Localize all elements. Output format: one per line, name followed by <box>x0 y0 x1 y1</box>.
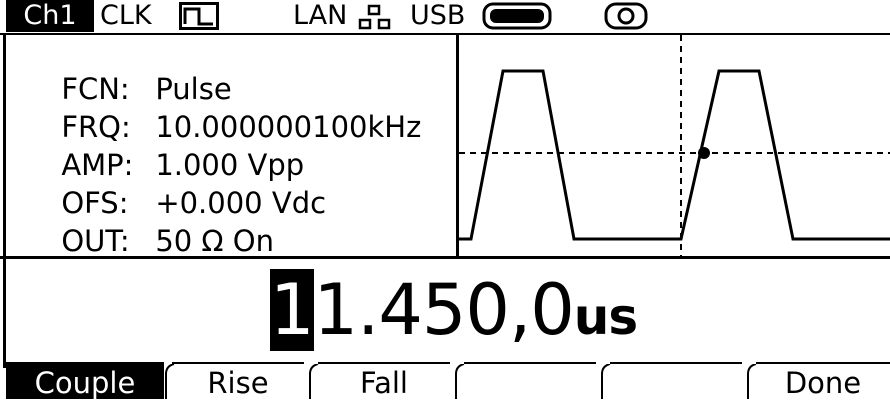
out-value: 50 Ω On <box>155 224 275 258</box>
clk-label: CLK <box>100 0 152 31</box>
value-divider <box>0 256 890 259</box>
disk-icon <box>604 2 648 30</box>
softkey-rise[interactable]: Rise <box>172 362 304 400</box>
usb-label: USB <box>410 0 466 31</box>
status-bar: Ch1 CLK LAN USB <box>0 0 890 34</box>
lan-network-icon <box>358 4 391 30</box>
parameter-panel: FCN: Pulse FRQ: 10.000000100kHz AMP: 1.000 … <box>6 35 454 258</box>
softkey-fall[interactable]: Fall <box>318 362 450 400</box>
softkey-separator <box>309 364 319 399</box>
value-unit: us <box>573 288 638 346</box>
usb-memory-icon <box>482 2 552 30</box>
cursor-marker-icon <box>698 147 710 159</box>
pulse-width-value[interactable]: 11.450,0us <box>270 268 638 359</box>
generator-display: Ch1 CLK LAN USB FCN: Pulse FRQ: 10.0000001… <box>0 0 890 400</box>
softkey-couple[interactable]: Couple <box>6 362 164 400</box>
waveform-preview <box>459 35 890 256</box>
softkey-separator <box>747 364 757 399</box>
clock-pulse-icon <box>179 2 219 30</box>
softkey-bar: Couple Rise Fall Done <box>0 362 890 400</box>
pulse-waveform <box>459 69 890 241</box>
value-digits: 1.450,0 <box>313 269 575 351</box>
edit-value-area[interactable]: 11.450,0us <box>0 262 890 362</box>
softkey-separator <box>165 364 175 399</box>
softkey-4[interactable] <box>464 362 596 399</box>
softkey-separator <box>455 364 465 399</box>
out-label: OUT: <box>61 224 130 258</box>
cursor-digit[interactable]: 1 <box>270 269 315 351</box>
lan-label: LAN <box>293 0 348 31</box>
channel-badge[interactable]: Ch1 <box>6 0 94 32</box>
softkey-done[interactable]: Done <box>756 362 890 400</box>
softkey-5[interactable] <box>610 362 742 399</box>
softkey-separator <box>601 364 611 399</box>
